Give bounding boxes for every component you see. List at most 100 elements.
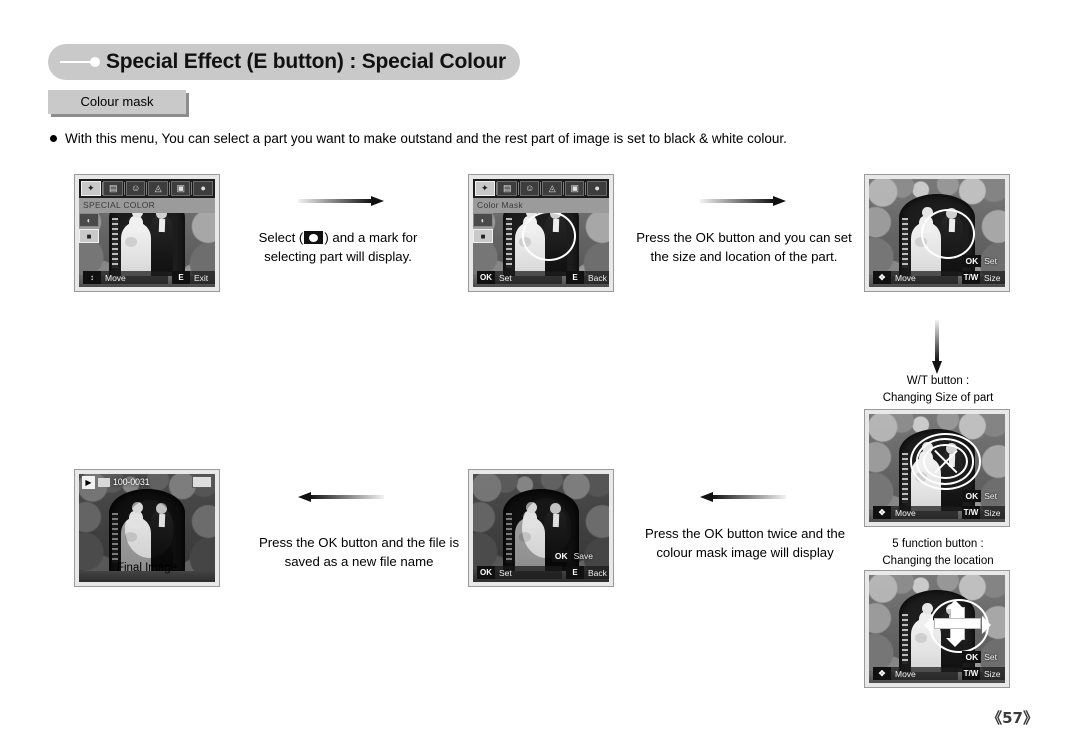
- ok-key-icon: OK: [962, 255, 982, 267]
- five-function-key-icon: ✥: [873, 506, 891, 519]
- image-adjust-icon[interactable]: ◬: [542, 181, 562, 196]
- move-label: Move: [101, 271, 168, 284]
- arrow-right-2: [700, 196, 786, 206]
- size-label: Size: [980, 506, 1005, 519]
- palette-icon[interactable]: ◐: [79, 213, 99, 227]
- select-line2: selecting part will display.: [264, 249, 412, 264]
- ok-key-icon: OK: [551, 550, 571, 562]
- move-cross-icon: [924, 600, 991, 647]
- save-label: Save: [573, 551, 593, 561]
- palette-icon[interactable]: ◐: [473, 213, 493, 227]
- intro-label: With this menu, You can select a part yo…: [65, 131, 787, 146]
- tw-key-icon: T/W: [962, 271, 980, 284]
- five-fn-line1: 5 function button :: [892, 538, 984, 550]
- five-fn-line2: Changing the location: [882, 555, 994, 567]
- ok-set-float: OK Set: [962, 255, 997, 267]
- intro-text: With this menu, You can select a part yo…: [50, 131, 787, 146]
- lcd-status-bar: ✥ Move T/W Size: [869, 666, 1005, 681]
- colour-mask-region: [125, 500, 174, 558]
- tw-key-icon: T/W: [962, 506, 980, 519]
- select-post: ) and a mark for: [324, 230, 418, 245]
- arrow-left-2: [298, 492, 384, 502]
- ok-key-icon: OK: [962, 651, 982, 663]
- effect-icon[interactable]: ▣: [170, 181, 191, 196]
- set-label: Set: [984, 491, 997, 501]
- ok-save-float: OK Save: [551, 550, 593, 562]
- colour-mask-icon: [304, 231, 324, 244]
- arrow-left-1: [700, 492, 786, 502]
- lcd-status-bar: ✥ Move T/W Size: [869, 505, 1005, 520]
- move-label: Move: [891, 667, 958, 680]
- scene-icon[interactable]: ▤: [497, 181, 517, 196]
- page-title: Special Effect (E button) : Special Colo…: [106, 50, 506, 73]
- wt-line1: W/T button :: [906, 375, 970, 387]
- lcd-changing-size: OK Set ✥ Move T/W Size: [864, 409, 1010, 527]
- caption-press-ok-twice: Press the OK button twice and the colour…: [620, 524, 870, 562]
- lcd-changing-location: OK Set ✥ Move T/W Size: [864, 570, 1010, 688]
- line-dot-icon: [60, 57, 106, 67]
- file-name: 100-0031: [113, 477, 150, 487]
- camera-menu-bar: ✦ ▤ ☺ ◬ ▣ ●: [473, 179, 609, 198]
- ok-save-line2: saved as a new file name: [284, 554, 434, 569]
- palette-icon[interactable]: ●: [587, 181, 607, 196]
- menu-title: Color Mask: [473, 198, 609, 213]
- ok-save-line1: Press the OK button and the file is: [258, 535, 460, 550]
- press-ok-size-line1: Press the OK button and you can set: [636, 230, 852, 245]
- ok-set-float: OK Set: [962, 651, 997, 663]
- page-number: 《57》: [987, 709, 1038, 727]
- tw-key-icon: T/W: [962, 667, 980, 680]
- caption-final-image: Final Image: [64, 560, 230, 577]
- arrow-right-1: [298, 196, 384, 206]
- lcd-special-color-menu: ✦ ▤ ☺ ◬ ▣ ● SPECIAL COLOR ◐ ■ ↕ Move E E…: [74, 174, 220, 292]
- arrow-down-1: [932, 320, 942, 374]
- move-label: Move: [891, 506, 958, 519]
- ok-key-icon: OK: [477, 271, 495, 284]
- set-label: Set: [495, 566, 562, 579]
- menu-side-list: ◐ ■: [473, 213, 495, 245]
- image-adjust-icon[interactable]: ◬: [148, 181, 168, 196]
- lcd-status-bar: ✥ Move T/W Size: [869, 270, 1005, 285]
- playback-status-bar: ▶ 100-0031: [79, 474, 215, 490]
- e-key-icon: E: [566, 566, 584, 579]
- e-key-icon: E: [566, 271, 584, 284]
- selection-circle: [920, 209, 976, 259]
- x-cross-icon: [910, 433, 981, 489]
- lcd-color-mask-menu: ✦ ▤ ☺ ◬ ▣ ● Color Mask ◐ ■ OK Set E Back: [468, 174, 614, 292]
- ok-set-float: OK Set: [962, 490, 997, 502]
- face-icon[interactable]: ☺: [519, 181, 540, 196]
- camera-menu-bar: ✦ ▤ ☺ ◬ ▣ ●: [79, 179, 215, 198]
- lcd-status-bar: OK Set E Back: [473, 565, 609, 580]
- caption-press-ok-save: Press the OK button and the file is save…: [232, 533, 486, 571]
- lcd-status-bar: ↕ Move E Exit: [79, 270, 215, 285]
- sub-tab-colour-mask: Colour mask: [48, 90, 186, 114]
- wt-line2: Changing Size of part: [882, 392, 994, 404]
- star-icon[interactable]: ✦: [81, 181, 101, 196]
- scene-icon[interactable]: ▤: [103, 181, 123, 196]
- ok-twice-line1: Press the OK button twice and the: [644, 526, 846, 541]
- caption-press-ok-size: Press the OK button and you can set the …: [620, 228, 868, 266]
- exit-label: Exit: [190, 271, 215, 284]
- ok-twice-line2: colour mask image will display: [656, 545, 834, 560]
- updown-key-icon: ↕: [83, 271, 101, 284]
- page-header: Special Effect (E button) : Special Colo…: [48, 44, 520, 80]
- palette-icon[interactable]: ●: [193, 181, 213, 196]
- selection-circle: [521, 211, 577, 262]
- memory-card-icon: [98, 477, 110, 487]
- face-icon[interactable]: ☺: [125, 181, 146, 196]
- move-label: Move: [891, 271, 958, 284]
- menu-title: SPECIAL COLOR: [79, 198, 215, 213]
- five-function-key-icon: ✥: [873, 271, 891, 284]
- back-label: Back: [584, 271, 609, 284]
- caption-select-mark: Select ( ) and a mark for selecting part …: [238, 228, 438, 266]
- size-label: Size: [980, 667, 1005, 680]
- caption-wt-button: W/T button : Changing Size of part: [852, 373, 1024, 407]
- colour-mask-icon[interactable]: ■: [79, 229, 99, 243]
- effect-icon[interactable]: ▣: [564, 181, 585, 196]
- back-label: Back: [584, 566, 609, 579]
- five-function-key-icon: ✥: [873, 667, 891, 680]
- star-icon[interactable]: ✦: [475, 181, 495, 196]
- size-label: Size: [980, 271, 1005, 284]
- select-pre: Select (: [258, 230, 304, 245]
- playback-icon: ▶: [82, 475, 95, 489]
- colour-mask-icon[interactable]: ■: [473, 229, 493, 243]
